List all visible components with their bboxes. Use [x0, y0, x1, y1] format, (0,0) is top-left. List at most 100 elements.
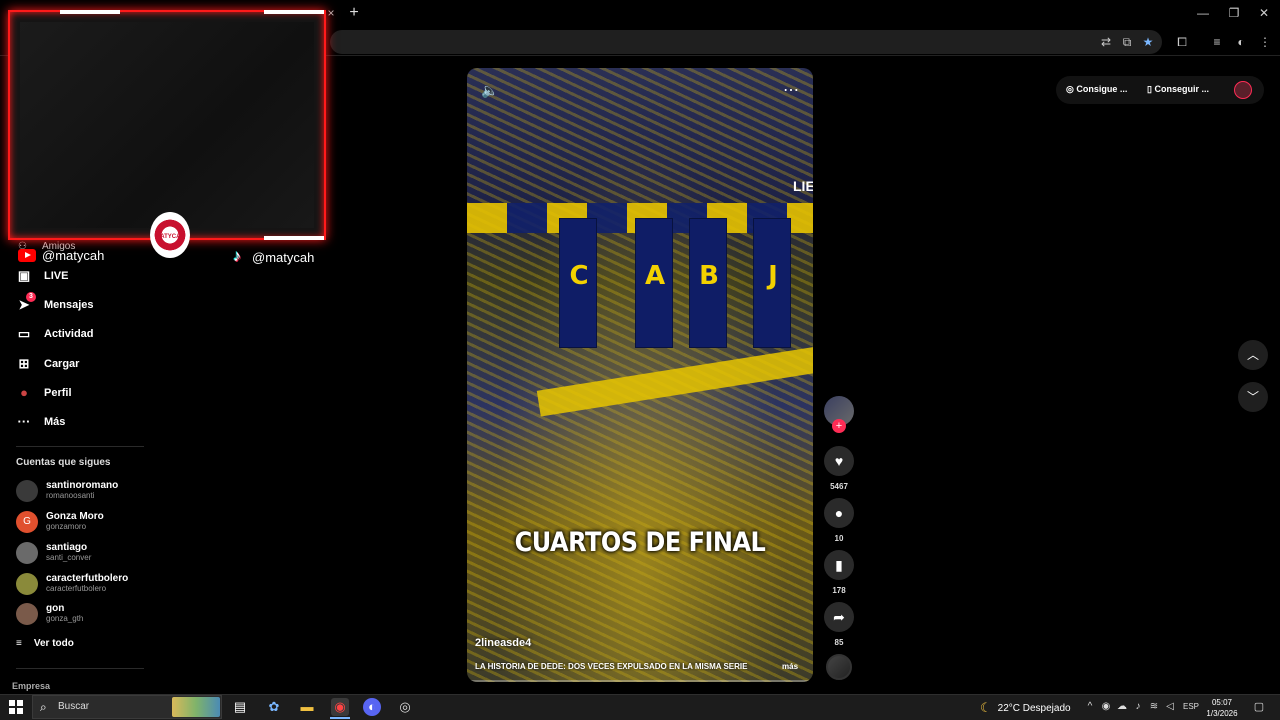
tray-app-icon[interactable]: ◉ [1099, 700, 1113, 714]
extensions-icon[interactable]: ⧠ [1174, 34, 1190, 50]
music-disc-icon[interactable] [826, 654, 852, 680]
comment-icon: ● [834, 505, 844, 521]
microphone-icon[interactable]: ♪ [1131, 700, 1145, 714]
bookmark-star-icon[interactable]: ★ [1140, 34, 1156, 50]
share-button[interactable]: ➦ [824, 602, 854, 632]
upload-icon: ⊞ [18, 356, 30, 371]
notification-center-icon[interactable]: ▢ [1252, 700, 1266, 714]
webcam-overlay [8, 10, 326, 240]
phone-icon: ▯ [1147, 84, 1152, 94]
more-icon: ··· [17, 414, 31, 429]
moon-icon: ☾ [980, 700, 992, 715]
footer-empresa[interactable]: Empresa [12, 681, 50, 691]
task-view-icon[interactable]: ▤ [231, 698, 249, 716]
following-item[interactable]: G Gonza Moro gonzamoro [16, 510, 156, 536]
following-username: caracterfutbolero [46, 584, 107, 593]
avatar [16, 480, 38, 502]
more-link[interactable]: más [782, 662, 798, 671]
frame-accent [60, 10, 120, 14]
new-tab-button[interactable]: + [346, 4, 362, 22]
following-item[interactable]: santiago santi_conver [16, 541, 156, 567]
chrome-icon[interactable]: ◉ [331, 698, 349, 716]
share-icon: ➦ [833, 609, 845, 625]
close-window-button[interactable]: ✕ [1249, 4, 1279, 22]
address-bar[interactable] [330, 30, 1162, 54]
user-avatar[interactable] [1234, 81, 1252, 99]
following-item[interactable]: gon gonza_gth [16, 602, 156, 628]
following-name: caracterfutbolero [46, 573, 129, 584]
video-progress-bar[interactable] [467, 680, 813, 682]
sidebar-item-label: Mensajes [44, 299, 94, 311]
comment-count: 10 [834, 534, 844, 543]
language-indicator[interactable]: ESP [1183, 702, 1199, 711]
discord-icon[interactable]: ◐ [363, 698, 381, 716]
chevron-down-icon: ﹀ [1246, 390, 1259, 404]
video-author[interactable]: 2lineasde4 [475, 637, 531, 649]
chevron-up-icon: ︿ [1246, 348, 1259, 362]
get-coins-button[interactable]: ◎ Consigue ... [1066, 84, 1127, 95]
like-count: 5467 [830, 482, 848, 491]
tray-chevron-icon[interactable]: ^ [1083, 700, 1097, 714]
install-app-icon[interactable]: ⧉ [1119, 34, 1135, 50]
sidebar-item-label: Actividad [44, 328, 94, 340]
weather-widget[interactable]: ☾ 22°C Despejado [980, 700, 1071, 716]
sidebar-item-mas[interactable]: ··· Más [16, 410, 156, 434]
stadium-band [536, 345, 813, 417]
webcam-feed [20, 22, 314, 228]
copilot-icon[interactable]: ✿ [265, 698, 283, 716]
weather-text: 22°C Despejado [997, 702, 1071, 714]
flag: B [689, 218, 727, 348]
see-all-link[interactable]: ≡ Ver todo [16, 638, 74, 649]
clock-date: 1/3/2026 [1206, 709, 1238, 718]
following-username: santi_conver [46, 553, 92, 562]
tab-close-button[interactable]: × [324, 6, 338, 20]
wifi-icon[interactable]: ≋ [1147, 700, 1161, 714]
bookmark-icon: ▮ [835, 557, 843, 573]
previous-video-button[interactable]: ︿ [1238, 340, 1268, 370]
sidebar-item-perfil[interactable]: ● Perfil [16, 381, 156, 405]
sidebar-item-actividad[interactable]: ▭ Actividad [16, 322, 156, 346]
flag: J [753, 218, 791, 348]
sidebar-item-cargar[interactable]: ⊞ Cargar [16, 352, 156, 376]
frame-accent [264, 236, 324, 240]
next-video-button[interactable]: ﹀ [1238, 382, 1268, 412]
avatar [16, 603, 38, 625]
like-button[interactable]: ♥ [824, 446, 854, 476]
video-player[interactable]: C A B J LIE 🔈 ⋯ CUARTOS DE FINAL 2lineas… [467, 68, 813, 682]
follow-plus-icon[interactable]: + [832, 419, 846, 433]
cloud-icon[interactable]: ☁ [1115, 700, 1129, 714]
following-username: romanoosanti [46, 491, 95, 500]
get-app-button[interactable]: ▯ Conseguir ... [1147, 84, 1209, 95]
windows-start-icon[interactable] [9, 700, 23, 714]
volume-icon[interactable]: 🔈 [481, 82, 498, 99]
search-highlight-image [172, 697, 220, 717]
frame-accent [264, 10, 324, 14]
sidebar-item-label: Perfil [44, 387, 72, 399]
sidebar-item-live[interactable]: ▣ LIVE [16, 264, 156, 288]
restore-button[interactable]: ❐ [1219, 4, 1249, 22]
sidebar-item-mensajes[interactable]: ➤ 3 Mensajes [16, 292, 156, 317]
streamer-logo: MATYCAH [150, 212, 190, 258]
translate-icon[interactable]: ⇄ [1098, 34, 1114, 50]
file-explorer-icon[interactable]: ▬ [298, 698, 316, 716]
save-button[interactable]: ▮ [824, 550, 854, 580]
divider [16, 446, 144, 447]
minimize-button[interactable]: — [1188, 4, 1218, 22]
sidebar-item-label: LIVE [44, 270, 69, 282]
flag: A [635, 218, 673, 348]
menu-kebab-icon[interactable]: ⋮ [1257, 34, 1273, 50]
comment-button[interactable]: ● [824, 498, 854, 528]
following-username: gonza_gth [46, 614, 84, 623]
video-caption: CUARTOS DE FINAL [514, 526, 766, 558]
obs-icon[interactable]: ◎ [396, 698, 414, 716]
following-item[interactable]: caracterfutbolero caracterfutbolero [16, 572, 156, 598]
clock[interactable]: 05:07 1/3/2026 [1200, 697, 1244, 719]
more-options-icon[interactable]: ⋯ [783, 80, 799, 100]
following-name: santinoromano [46, 480, 119, 491]
reading-list-icon[interactable]: ≡ [1209, 34, 1225, 50]
volume-icon[interactable]: ◁ [1163, 700, 1177, 714]
profile-avatar-icon[interactable]: ◐ [1233, 34, 1249, 50]
following-username: gonzamoro [46, 522, 87, 531]
see-all-label: Ver todo [33, 638, 74, 649]
following-item[interactable]: santinoromano romanoosanti [16, 479, 156, 505]
